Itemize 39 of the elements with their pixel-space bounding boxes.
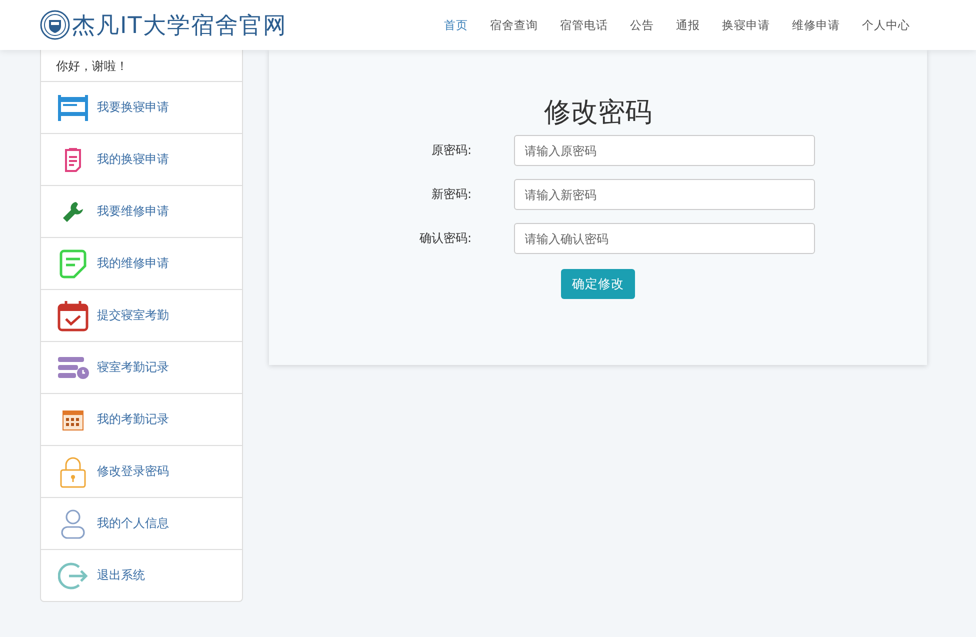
wrench-icon xyxy=(61,200,85,224)
user-icon xyxy=(60,508,86,538)
nav-link[interactable]: 宿管电话 xyxy=(549,18,619,32)
greeting-text: 你好，谢啦！ xyxy=(56,58,128,74)
clipboard-icon xyxy=(63,146,83,172)
nav-link[interactable]: 宿舍查询 xyxy=(479,18,549,32)
sidebar-item[interactable]: 退出系统 xyxy=(41,550,242,601)
site-title: 杰凡IT大学宿舍官网 xyxy=(72,12,287,40)
sidebar-item[interactable]: 寝室考勤记录 xyxy=(41,342,242,394)
nav-link[interactable]: 首页 xyxy=(433,18,479,32)
password-field[interactable]: 请输入确认密码 xyxy=(514,223,814,254)
nav-link[interactable]: 通报 xyxy=(665,18,711,32)
sidebar-item[interactable]: 我的个人信息 xyxy=(41,498,242,550)
list-clock-icon xyxy=(57,356,89,380)
field-label: 新密码: xyxy=(430,186,472,203)
sidebar-item[interactable]: 我要换寝申请 xyxy=(41,82,242,134)
form-title: 修改密码 xyxy=(544,96,652,130)
nav-link[interactable]: 维修申请 xyxy=(781,18,851,32)
sidebar-item[interactable]: 我的换寝申请 xyxy=(41,134,242,186)
calendar-check-icon xyxy=(57,300,89,332)
password-field[interactable]: 请输入新密码 xyxy=(514,179,814,210)
nav-link[interactable]: 公告 xyxy=(619,18,665,32)
sidebar-item[interactable]: 修改登录密码 xyxy=(41,446,242,498)
calendar-icon xyxy=(62,408,84,430)
nav-link[interactable]: 换寝申请 xyxy=(711,18,781,32)
padlock-icon xyxy=(60,456,86,488)
sidebar-item[interactable]: 提交寝室考勤 xyxy=(41,290,242,342)
nav-link[interactable]: 个人中心 xyxy=(851,18,921,32)
sidebar-item[interactable]: 我要维修申请 xyxy=(41,186,242,238)
field-label: 原密码: xyxy=(430,142,472,159)
sidebar-item[interactable]: 我的考勤记录 xyxy=(41,394,242,446)
submit-button[interactable]: 确定修改 xyxy=(561,269,635,299)
bunk-bed-icon xyxy=(57,94,89,122)
logout-icon xyxy=(58,560,88,590)
field-label: 确认密码: xyxy=(418,230,472,247)
password-field[interactable]: 请输入原密码 xyxy=(514,135,814,166)
sidebar-item[interactable]: 我的维修申请 xyxy=(41,238,242,290)
emblem-icon xyxy=(40,10,70,40)
note-icon xyxy=(58,248,88,278)
